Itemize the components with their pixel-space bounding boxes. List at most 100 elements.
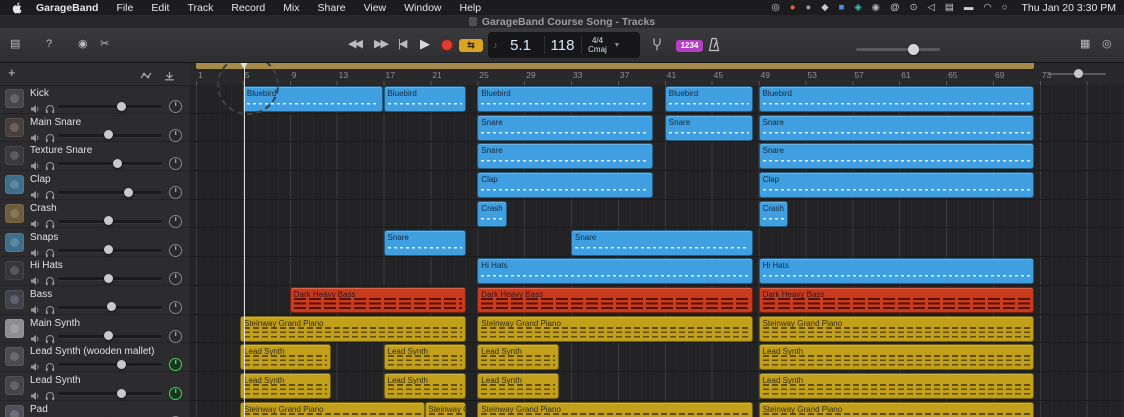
library-button[interactable]: ▤ [10,37,20,52]
volume-slider[interactable] [58,130,162,140]
menubar-clock[interactable]: Thu Jan 20 3:30 PM [1012,2,1116,14]
region-crash[interactable]: Crash [758,200,788,227]
region-bluebird[interactable]: Bluebird [383,86,466,112]
menubar-glyph-teal-diamond[interactable]: ◈ [849,2,866,13]
track-header-texture-snare[interactable]: Texture Snare [0,142,190,172]
region-steinway-grand-piano[interactable]: Steinway Grand Piano [424,401,466,417]
track-header-kick[interactable]: Kick [0,85,190,114]
menu-item-window[interactable]: Window [395,2,450,14]
volume-slider[interactable] [58,187,162,197]
menu-item-mix[interactable]: Mix [274,2,308,14]
volume-slider[interactable] [58,216,162,226]
menu-item-record[interactable]: Record [222,2,274,14]
menu-item-share[interactable]: Share [309,2,355,14]
go-to-beginning-button[interactable]: |◀ [398,37,407,52]
lcd-display[interactable]: ♪ 5.1 118 4/4 Cmaj ▼ [488,32,640,58]
automation-button[interactable] [140,68,152,86]
region-steinway-grand-piano[interactable]: Steinway Grand Piano [758,401,1034,417]
editors-button[interactable]: ✂ [100,37,109,52]
pan-knob[interactable] [169,157,182,171]
region-dark-heavy-bass[interactable]: Dark Heavy Bass [758,286,1034,313]
menubar-glyph-ring[interactable]: ◎ [767,2,785,13]
region-dark-heavy-bass[interactable]: Dark Heavy Bass [289,286,466,313]
region-bluebird[interactable]: Bluebird [758,86,1034,112]
menubar-search-icon[interactable]: ○ [997,2,1013,13]
lcd-position[interactable]: 5.1 [498,37,544,54]
region-lead-synth[interactable]: Lead Synth [477,344,560,371]
metronome-button[interactable] [708,37,720,57]
master-volume-knob[interactable] [908,44,919,55]
region-snare[interactable]: Snare [571,229,753,256]
volume-slider[interactable] [58,388,162,398]
region-clap[interactable]: Clap [758,172,1034,199]
track-header-bass[interactable]: Bass [0,286,190,315]
region-bluebird[interactable]: Bluebird [664,86,753,112]
lcd-time-signature[interactable]: 4/4 [582,36,614,45]
fast-forward-button[interactable]: ▶▶ [374,37,389,52]
region-steinway-grand-piano[interactable]: Steinway Grand Piano [477,401,753,417]
region-dark-heavy-bass[interactable]: Dark Heavy Bass [477,286,753,313]
volume-knob[interactable] [123,187,133,197]
region-steinway-grand-piano[interactable]: Steinway Grand Piano [240,315,466,342]
cycle-region[interactable] [196,62,1034,69]
region-snare[interactable]: Snare [664,114,753,141]
volume-slider[interactable] [58,273,162,283]
smart-controls-button[interactable]: ◉ [78,37,88,52]
playhead[interactable] [244,62,246,417]
volume-knob[interactable] [117,101,127,111]
track-header-main-synth[interactable]: Main Synth [0,315,190,344]
pan-knob[interactable] [169,387,182,400]
add-track-button[interactable]: + [8,65,16,81]
volume-knob[interactable] [103,130,113,140]
zoom-knob[interactable] [1074,69,1083,78]
menu-item-track[interactable]: Track [178,2,222,14]
pan-knob[interactable] [169,100,182,113]
menu-item-garageband[interactable]: GarageBand [27,2,107,14]
pan-knob[interactable] [169,214,182,228]
track-header-hi-hats[interactable]: Hi Hats [0,257,190,286]
count-in-button[interactable]: 1234 [676,40,703,52]
track-header-lead-synth[interactable]: Lead Synth [0,372,190,401]
volume-slider[interactable] [58,302,162,312]
menu-item-edit[interactable]: Edit [142,2,178,14]
region-lead-synth[interactable]: Lead Synth [240,373,331,399]
menubar-glyph-dot-circle[interactable]: ⊙ [905,2,923,13]
region-snare[interactable]: Snare [758,143,1034,170]
tuner-button[interactable] [652,37,662,57]
quick-help-button[interactable]: ? [46,37,52,52]
region-snare[interactable]: Snare [383,229,466,256]
volume-knob[interactable] [113,158,123,168]
ruler[interactable]: 1 5 9 13 17 21 25 29 33 37 41 45 49 53 57 61 65 69 73 [190,62,1124,86]
menubar-glyph-target[interactable]: ◉ [867,2,885,13]
cycle-button[interactable]: ⇆ [459,39,483,52]
volume-knob[interactable] [103,245,113,254]
pan-knob[interactable] [169,358,182,372]
volume-knob[interactable] [107,302,116,312]
track-header-lead-synth-wooden-mallet[interactable]: Lead Synth (wooden mallet) [0,343,190,372]
pan-knob[interactable] [169,243,182,257]
region-snare[interactable]: Snare [477,114,654,141]
volume-slider[interactable] [58,101,162,111]
track-header-clap[interactable]: Clap [0,171,190,200]
menu-item-file[interactable]: File [107,2,142,14]
pan-knob[interactable] [169,300,182,314]
menubar-glyph-orange-dot[interactable]: ● [785,2,801,13]
chevron-down-icon[interactable]: ▼ [614,42,621,49]
pan-knob[interactable] [169,186,182,200]
menubar-at-icon[interactable]: @ [885,2,905,13]
region-lead-synth[interactable]: Lead Synth [758,344,1034,371]
menubar-wifi-icon[interactable]: ◠ [978,2,996,13]
region-steinway-grand-piano[interactable]: Steinway Grand Piano [240,401,425,417]
apple-menu-icon[interactable] [12,1,23,14]
pan-knob[interactable] [169,329,182,343]
catch-playhead-button[interactable] [164,68,175,86]
region-lead-synth[interactable]: Lead Synth [758,373,1034,399]
region-steinway-grand-piano[interactable]: Steinway Grand Piano [758,315,1034,342]
record-button[interactable] [441,39,453,51]
master-volume-slider[interactable] [856,44,940,55]
region-lead-synth[interactable]: Lead Synth [477,373,560,399]
track-header-main-snare[interactable]: Main Snare [0,114,190,143]
region-steinway-grand-piano[interactable]: Steinway Grand Piano [477,315,753,342]
menu-item-view[interactable]: View [355,2,396,14]
rewind-button[interactable]: ◀◀ [348,37,363,52]
